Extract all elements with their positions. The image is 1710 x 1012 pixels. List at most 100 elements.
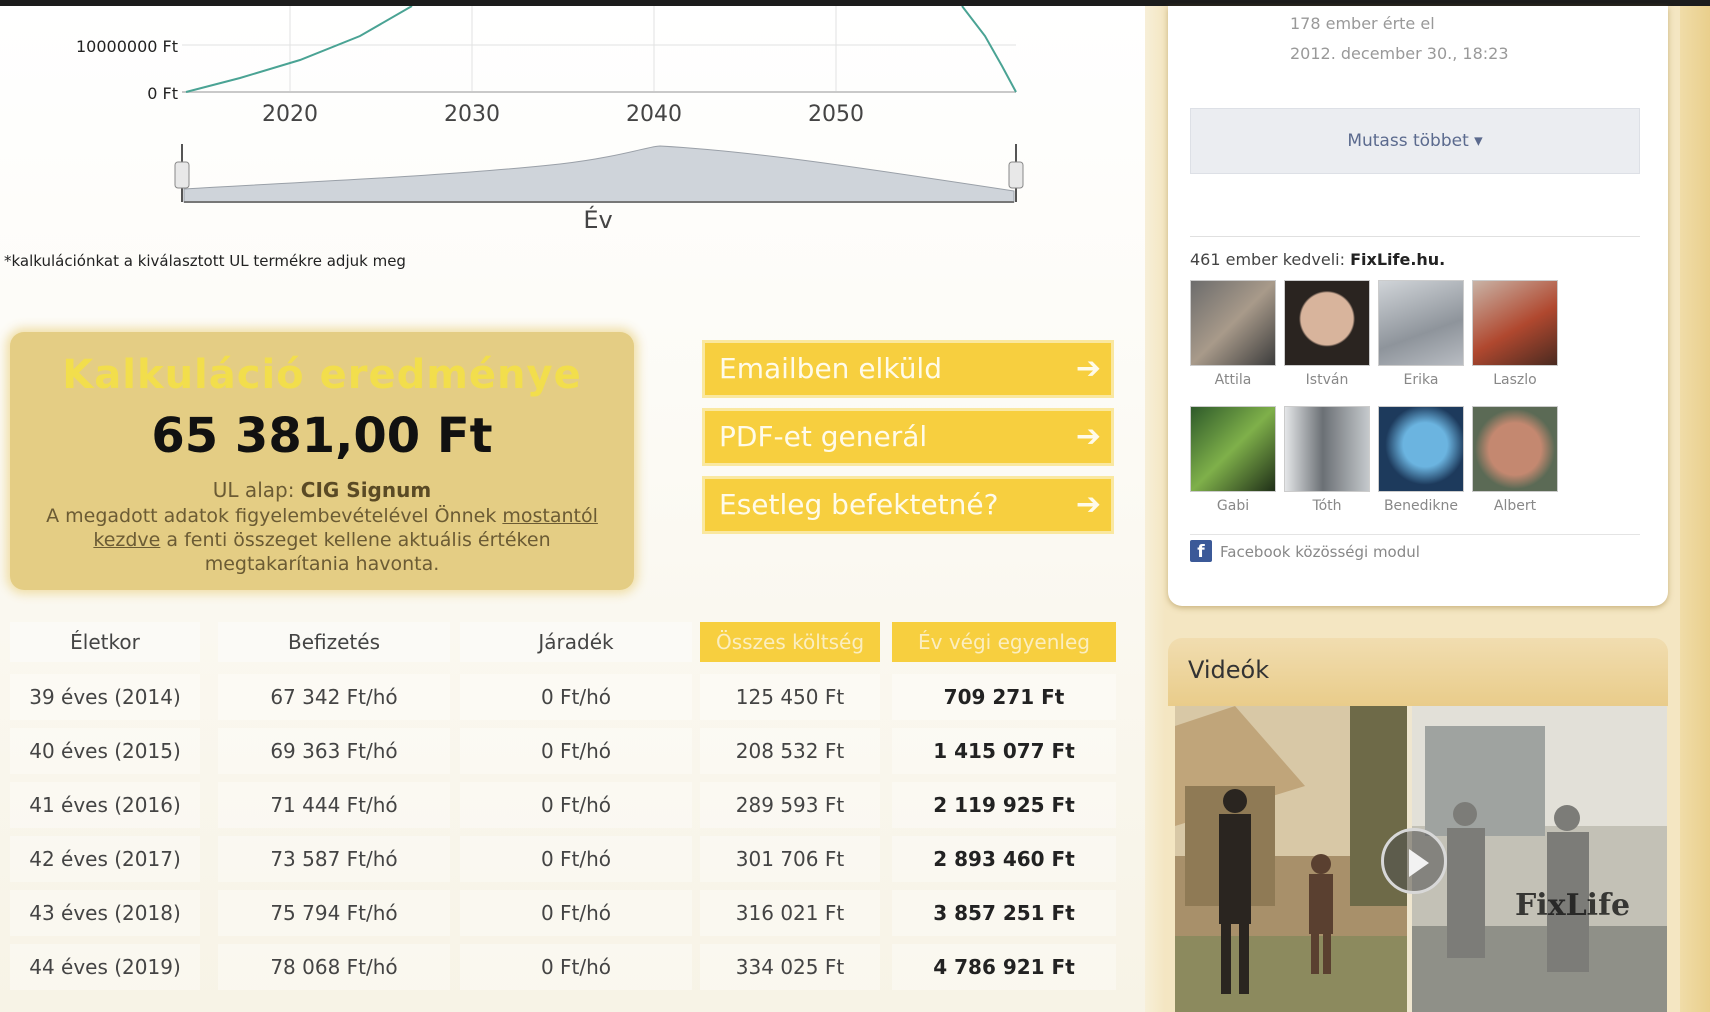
divider xyxy=(1190,534,1640,535)
video-watermark: FixLife xyxy=(1515,888,1631,923)
fan-avatar[interactable] xyxy=(1378,280,1464,366)
divider xyxy=(1190,236,1640,237)
cell-total-cost: 208 532 Ft xyxy=(700,728,880,774)
x-tick-label: 2030 xyxy=(444,102,500,127)
cell-balance: 2 893 460 Ft xyxy=(892,836,1116,882)
fan-name[interactable]: Tóth xyxy=(1284,498,1370,514)
arrow-right-icon: ➔ xyxy=(1075,351,1101,386)
cell-payment: 67 342 Ft/hó xyxy=(218,674,450,720)
videos-header: Videók xyxy=(1168,638,1668,706)
cell-payment: 73 587 Ft/hó xyxy=(218,836,450,882)
email-send-label: Emailben elküld xyxy=(719,352,942,385)
cell-total-cost: 316 021 Ft xyxy=(700,890,880,936)
x-tick-label: 2050 xyxy=(808,102,864,127)
result-description: A megadott adatok figyelembevételével Ön… xyxy=(46,504,598,576)
caret-down-icon: ▾ xyxy=(1474,131,1483,151)
show-more-button[interactable]: Mutass többet ▾ xyxy=(1190,108,1640,174)
fan-name[interactable]: Laszlo xyxy=(1472,372,1558,388)
cell-age: 40 éves (2015) xyxy=(10,728,200,774)
cell-payment: 71 444 Ft/hó xyxy=(218,782,450,828)
cell-age: 43 éves (2018) xyxy=(10,890,200,936)
cell-balance: 4 786 921 Ft xyxy=(892,944,1116,990)
sidebar-edge xyxy=(1680,6,1710,1012)
post-timestamp: 2012. december 30., 18:23 xyxy=(1290,44,1509,63)
fan-avatar[interactable] xyxy=(1472,406,1558,492)
chart-area: 10000000 Ft 0 Ft 2020 2030 2040 2050 Év xyxy=(76,6,1024,234)
y-tick-label: 10000000 Ft xyxy=(76,37,178,56)
likes-count: 461 ember kedveli: xyxy=(1190,250,1351,269)
cell-age: 44 éves (2019) xyxy=(10,944,200,990)
col-header-age: Életkor xyxy=(10,622,200,662)
cell-balance: 709 271 Ft xyxy=(892,674,1116,720)
pdf-generate-label: PDF-et generál xyxy=(719,420,928,453)
sidebar: 178 ember érte el 2012. december 30., 18… xyxy=(1145,6,1710,1012)
fan-avatar[interactable] xyxy=(1378,406,1464,492)
range-selector-area[interactable] xyxy=(183,145,1015,203)
col-header-annuity: Járadék xyxy=(460,622,692,662)
video-player[interactable]: FixLife xyxy=(1175,706,1667,1012)
result-desc-1: A megadott adatok figyelembevételével Ön… xyxy=(46,505,497,527)
invest-label: Esetleg befektetné? xyxy=(719,488,999,521)
cell-total-cost: 301 706 Ft xyxy=(700,836,880,882)
cell-annuity: 0 Ft/hó xyxy=(460,890,692,936)
fan-name[interactable]: István xyxy=(1284,372,1370,388)
email-send-button[interactable]: Emailben elküld ➔ xyxy=(702,340,1114,398)
cell-payment: 69 363 Ft/hó xyxy=(218,728,450,774)
invest-button[interactable]: Esetleg befektetné? ➔ xyxy=(702,476,1114,534)
arrow-right-icon: ➔ xyxy=(1075,487,1101,522)
col-header-payment: Befizetés xyxy=(218,622,450,662)
fan-name[interactable]: Attila xyxy=(1190,372,1276,388)
cell-payment: 75 794 Ft/hó xyxy=(218,890,450,936)
result-base-prefix: UL alap: xyxy=(212,478,301,502)
fan-avatar[interactable] xyxy=(1284,406,1370,492)
fan-avatar[interactable] xyxy=(1190,406,1276,492)
show-more-label: Mutass többet xyxy=(1347,131,1469,151)
footnote: *kalkulációnkat a kiválasztott UL termék… xyxy=(4,252,406,270)
play-button[interactable] xyxy=(1381,828,1447,894)
cell-annuity: 0 Ft/hó xyxy=(460,782,692,828)
fan-name[interactable]: Albert xyxy=(1472,498,1558,514)
fan-avatar[interactable] xyxy=(1472,280,1558,366)
cell-age: 42 éves (2017) xyxy=(10,836,200,882)
result-panel: Kalkuláció eredménye 65 381,00 Ft UL ala… xyxy=(10,332,634,590)
cell-total-cost: 289 593 Ft xyxy=(700,782,880,828)
pdf-generate-button[interactable]: PDF-et generál ➔ xyxy=(702,408,1114,466)
fan-avatar[interactable] xyxy=(1190,280,1276,366)
result-desc-2: a fenti összeget kellene aktuális értéke… xyxy=(166,529,551,575)
y-tick-label: 0 Ft xyxy=(147,84,178,103)
facebook-plugin-label[interactable]: Facebook közösségi modul xyxy=(1220,543,1420,561)
facebook-icon: f xyxy=(1190,540,1212,562)
cell-annuity: 0 Ft/hó xyxy=(460,674,692,720)
cell-age: 39 éves (2014) xyxy=(10,674,200,720)
fan-name[interactable]: Gabi xyxy=(1190,498,1276,514)
result-base: UL alap: CIG Signum xyxy=(10,478,634,502)
facebook-widget: 178 ember érte el 2012. december 30., 18… xyxy=(1168,6,1668,606)
result-title: Kalkuláció eredménye xyxy=(62,352,582,398)
cell-annuity: 0 Ft/hó xyxy=(460,836,692,882)
chart-gridlines xyxy=(182,6,1016,92)
liked-page-link[interactable]: FixLife.hu. xyxy=(1350,250,1445,269)
x-tick-label: 2020 xyxy=(262,102,318,127)
chart-series-line xyxy=(185,6,413,93)
col-header-total-cost: Összes költség xyxy=(700,622,880,662)
result-base-value: CIG Signum xyxy=(300,478,432,502)
videos-title: Videók xyxy=(1188,656,1270,684)
cell-annuity: 0 Ft/hó xyxy=(460,944,692,990)
chart-series-line-right xyxy=(961,6,1017,93)
cell-balance: 3 857 251 Ft xyxy=(892,890,1116,936)
likes-summary: 461 ember kedveli: FixLife.hu. xyxy=(1190,250,1445,269)
cell-total-cost: 125 450 Ft xyxy=(700,674,880,720)
x-tick-label: 2040 xyxy=(626,102,682,127)
cell-total-cost: 334 025 Ft xyxy=(700,944,880,990)
col-header-year-end-balance: Év végi egyenleg xyxy=(892,622,1116,662)
main-content: 10000000 Ft 0 Ft 2020 2030 2040 2050 Év … xyxy=(0,6,1145,1012)
cell-payment: 78 068 Ft/hó xyxy=(218,944,450,990)
cell-balance: 1 415 077 Ft xyxy=(892,728,1116,774)
fan-name[interactable]: Benedikne xyxy=(1378,498,1464,514)
fan-avatar[interactable] xyxy=(1284,280,1370,366)
play-icon xyxy=(1409,849,1429,877)
fan-name[interactable]: Erika xyxy=(1378,372,1464,388)
cell-balance: 2 119 925 Ft xyxy=(892,782,1116,828)
cell-annuity: 0 Ft/hó xyxy=(460,728,692,774)
post-reach: 178 ember érte el xyxy=(1290,14,1435,33)
